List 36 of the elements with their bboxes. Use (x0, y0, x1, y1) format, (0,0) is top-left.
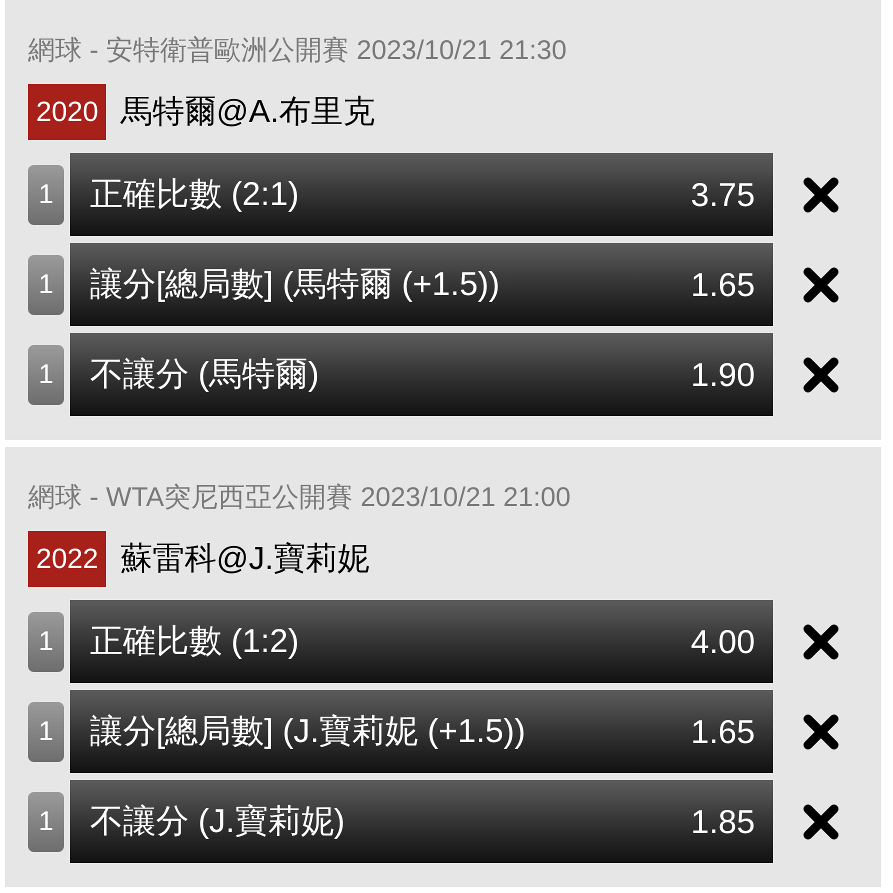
quantity-tag: 1 (28, 164, 64, 224)
event-header: 網球 - WTA突尼西亞公開賽 2023/10/21 21:00 (28, 481, 572, 514)
close-button[interactable] (802, 712, 840, 750)
selection-label: 讓分[總局數] (馬特爾 (+1.5)) (90, 264, 500, 304)
close-icon (802, 176, 840, 214)
quantity-tag: 1 (28, 254, 64, 314)
close-button[interactable] (802, 802, 840, 840)
close-button[interactable] (802, 176, 840, 214)
quantity-tag: 1 (28, 702, 64, 762)
match-title: 馬特爾@A.布里克 (120, 92, 376, 131)
selection-label: 不讓分 (馬特爾) (90, 354, 320, 394)
odds-value: 1.90 (690, 356, 755, 394)
close-icon (802, 712, 840, 750)
odds-value: 1.65 (690, 712, 755, 750)
close-button[interactable] (802, 622, 840, 660)
selection-label: 讓分[總局數] (J.寶莉妮 (+1.5)) (90, 711, 526, 751)
event-code: 2020 (28, 84, 106, 140)
odds-value: 3.75 (690, 176, 755, 214)
close-icon (802, 802, 840, 840)
quantity-tag: 1 (28, 792, 64, 852)
close-button[interactable] (802, 266, 840, 304)
quantity-tag: 1 (28, 344, 64, 404)
close-icon (802, 622, 840, 660)
quantity-tag: 1 (28, 612, 64, 672)
match-title: 蘇雷科@J.寶莉妮 (120, 539, 370, 578)
event-header: 網球 - 安特衛普歐洲公開賽 2023/10/21 21:30 (28, 34, 568, 67)
close-button[interactable] (802, 356, 840, 394)
odds-value: 1.85 (690, 802, 755, 840)
selection-label: 正確比數 (1:2) (90, 621, 300, 661)
close-icon (802, 356, 840, 394)
selection-label: 不讓分 (J.寶莉妮) (90, 801, 345, 841)
selection-label: 正確比數 (2:1) (90, 174, 300, 214)
close-icon (802, 266, 840, 304)
event-code: 2022 (28, 531, 106, 587)
odds-value: 1.65 (690, 266, 755, 304)
odds-value: 4.00 (690, 622, 755, 660)
